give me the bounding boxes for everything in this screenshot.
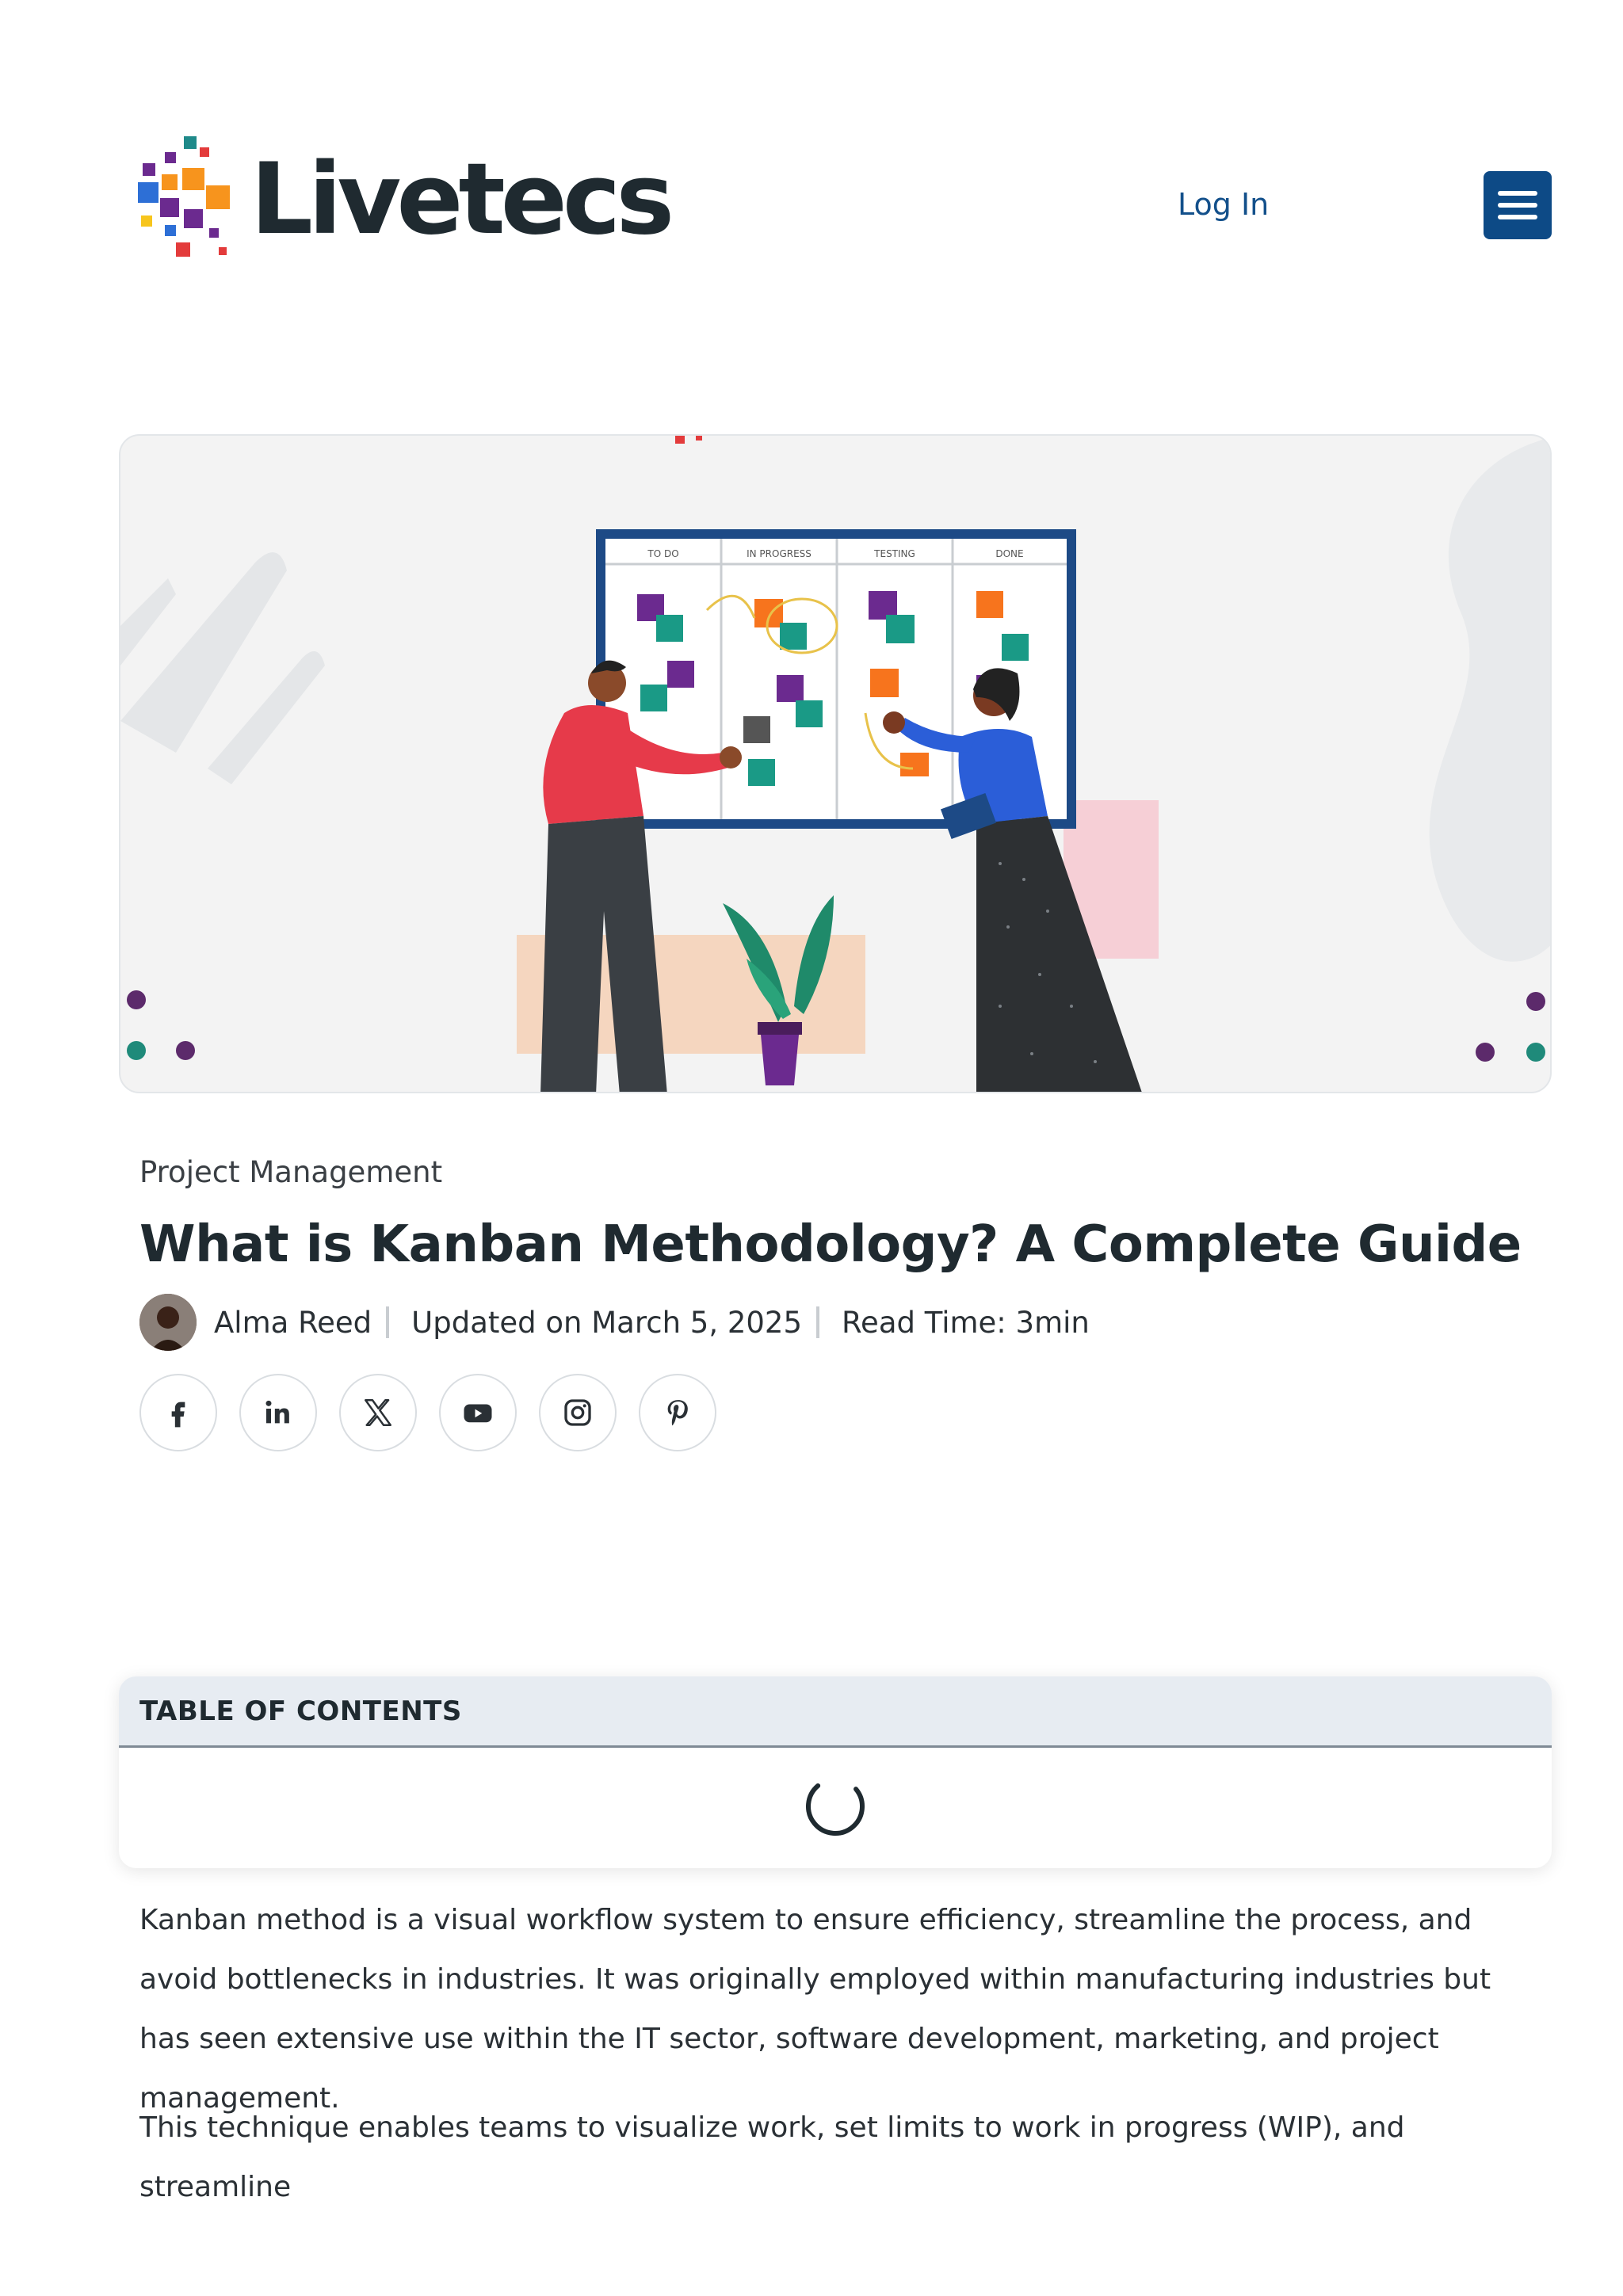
brand-name: Livetecs [250, 143, 674, 257]
login-link[interactable]: Log In [1178, 187, 1269, 222]
updated-date: Updated on March 5, 2025 [411, 1305, 803, 1340]
article-title: What is Kanban Methodology? A Complete G… [139, 1215, 1522, 1274]
pinterest-share-button[interactable] [639, 1374, 716, 1451]
board-col-inprogress: IN PROGRESS [747, 548, 812, 559]
facebook-icon [171, 1402, 185, 1428]
x-icon [365, 1399, 391, 1426]
kanban-team-illustration: TO DO IN PROGRESS TESTING DONE [120, 436, 1550, 1092]
brand-logo[interactable]: Livetecs [138, 136, 674, 263]
article-byline: Alma Reed Updated on March 5, 2025 Read … [139, 1293, 1090, 1352]
hero-illustration: TO DO IN PROGRESS TESTING DONE [119, 434, 1552, 1093]
intro-paragraph: Kanban method is a visual workflow syste… [139, 1904, 1491, 2115]
byline-divider [816, 1306, 820, 1338]
x-share-button[interactable] [339, 1374, 417, 1451]
article-category[interactable]: Project Management [139, 1155, 442, 1189]
instagram-icon [564, 1399, 591, 1426]
byline-divider [386, 1306, 390, 1338]
board-col-todo: TO DO [647, 548, 678, 559]
toc-heading: TABLE OF CONTENTS [139, 1695, 462, 1727]
hamburger-icon [1498, 191, 1537, 219]
linkedin-share-button[interactable] [239, 1374, 317, 1451]
hamburger-menu-button[interactable] [1484, 171, 1552, 239]
loading-spinner [804, 1775, 867, 1842]
board-col-testing: TESTING [873, 548, 915, 559]
author-name[interactable]: Alma Reed [214, 1306, 372, 1340]
social-share-bar [139, 1374, 739, 1451]
livetecs-logo-mark-icon [138, 136, 230, 257]
author-avatar[interactable] [139, 1294, 197, 1351]
facebook-share-button[interactable] [139, 1374, 217, 1451]
instagram-share-button[interactable] [539, 1374, 617, 1451]
spinner-icon [806, 1783, 865, 1836]
toc-header[interactable]: TABLE OF CONTENTS [119, 1676, 1552, 1748]
board-col-done: DONE [995, 548, 1023, 559]
read-time: Read Time: 3min [842, 1305, 1090, 1340]
avatar-portrait-icon [139, 1294, 197, 1351]
youtube-share-button[interactable] [439, 1374, 517, 1451]
second-paragraph: This technique enables teams to visualiz… [139, 2111, 1405, 2203]
pinterest-icon [667, 1400, 688, 1426]
linkedin-icon [265, 1400, 289, 1424]
site-header: Livetecs Log In [0, 0, 1623, 333]
youtube-icon [464, 1404, 492, 1423]
